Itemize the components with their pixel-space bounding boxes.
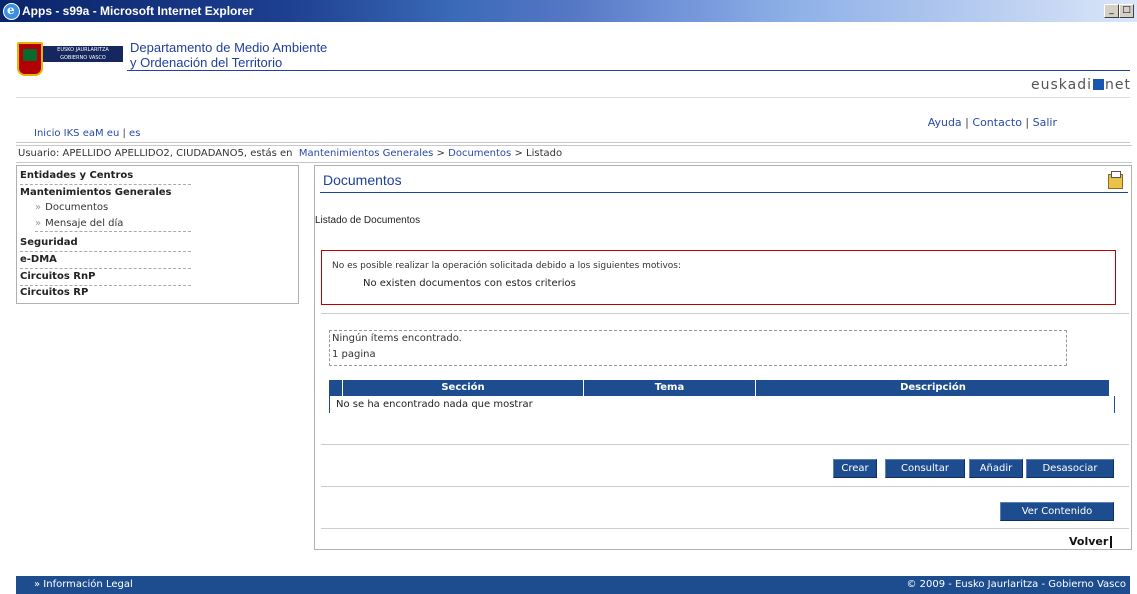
window-title: Apps - s99a - Microsoft Internet Explore…: [22, 4, 254, 18]
sidebar-item-circuitos-rp[interactable]: Circuitos RP: [20, 285, 191, 301]
site-footer: » Información Legal © 2009 - Eusko Jaurl…: [16, 576, 1130, 594]
anadir-button[interactable]: Añadir: [969, 459, 1023, 478]
sidebar-subitem-mensaje[interactable]: » Mensaje del día: [35, 217, 191, 232]
user-breadcrumb-bar: Usuario: APELLIDO APELLIDO2, CIUDADANO5,…: [16, 145, 1132, 163]
divider: [321, 528, 1129, 529]
site-header: EUSKO JAURLARITZA GOBIERNO VASCO Departa…: [0, 22, 1137, 97]
maximize-button[interactable]: □: [1119, 4, 1134, 18]
double-chevron-icon: »: [35, 218, 42, 229]
header-rule: [127, 70, 1130, 71]
window-titlebar: Apps - s99a - Microsoft Internet Explore…: [0, 0, 1137, 22]
sidebar-item-mantenimientos[interactable]: Mantenimientos Generales: [20, 185, 191, 201]
link-eu[interactable]: eu: [107, 128, 120, 139]
page-count: 1 pagina: [332, 349, 376, 360]
gobierno-vasco-logo[interactable]: EUSKO JAURLARITZA GOBIERNO VASCO: [17, 42, 124, 76]
department-name: Departamento de Medio Ambiente y Ordenac…: [130, 40, 327, 70]
top-links: Inicio IKS eaM eu | es: [34, 128, 141, 139]
desasociar-button[interactable]: Desasociar: [1026, 459, 1114, 478]
link-iks-eam[interactable]: IKS eaM: [64, 128, 104, 139]
divider: [321, 486, 1129, 487]
crear-button[interactable]: Crear: [833, 459, 877, 478]
breadcrumb-documentos[interactable]: Documentos: [448, 148, 511, 159]
sidebar-item-entidades[interactable]: Entidades y Centros: [20, 168, 191, 185]
sidebar-subitem-label: Documentos: [45, 202, 109, 213]
breadcrumb-mantenimientos[interactable]: Mantenimientos Generales: [299, 148, 434, 159]
main-content: Documentos Listado de Documentos No es p…: [314, 165, 1132, 550]
euskadi-net-logo[interactable]: euskadi net: [1031, 77, 1131, 93]
link-ayuda[interactable]: Ayuda: [928, 116, 962, 129]
volver-link[interactable]: Volver: [1069, 536, 1113, 548]
column-descripcion[interactable]: Descripción: [755, 380, 1110, 396]
error-box: No es posible realizar la operación soli…: [321, 250, 1116, 305]
top-navigation: Inicio IKS eaM eu | es Ayuda | Contacto …: [16, 97, 1130, 143]
sidebar-subitem-documentos[interactable]: » Documentos: [35, 201, 108, 215]
sidebar-item-seguridad[interactable]: Seguridad: [20, 235, 191, 252]
breadcrumb-separator: >: [514, 148, 523, 159]
department-line-2: y Ordenación del Territorio: [130, 55, 283, 70]
minimize-button[interactable]: _: [1104, 4, 1119, 18]
error-message: No es posible realizar la operación soli…: [332, 261, 682, 271]
column-tema[interactable]: Tema: [583, 380, 755, 396]
portal-name-pre: euskadi: [1031, 77, 1093, 93]
error-reason: No existen documentos con estos criterio…: [363, 278, 576, 289]
breadcrumb-listado: Listado: [526, 148, 563, 159]
sidebar-subitem-label: Mensaje del día: [45, 218, 124, 229]
coat-of-arms-icon: [17, 42, 43, 76]
sidebar-menu: Entidades y Centros Mantenimientos Gener…: [16, 165, 299, 304]
user-info: Usuario: APELLIDO APELLIDO2, CIUDADANO5,…: [18, 148, 293, 159]
copyright-text: © 2009 - Eusko Jaurlaritza - Gobierno Va…: [906, 579, 1126, 590]
link-es[interactable]: es: [129, 128, 140, 139]
select-column-header: [329, 380, 341, 396]
sidebar-item-edma[interactable]: e-DMA: [20, 252, 191, 269]
divider: [321, 444, 1129, 445]
consultar-button[interactable]: Consultar: [885, 459, 965, 478]
ie-icon: [3, 3, 20, 20]
portal-name-post: net: [1105, 77, 1131, 93]
breadcrumb-separator: >: [436, 148, 445, 159]
column-seccion[interactable]: Sección: [342, 380, 583, 396]
department-line-1: Departamento de Medio Ambiente: [130, 40, 328, 55]
ver-contenido-button[interactable]: Ver Contenido: [1000, 502, 1114, 521]
link-inicio[interactable]: Inicio: [34, 128, 60, 139]
empty-table-message: No se ha encontrado nada que mostrar: [329, 396, 1115, 413]
link-contacto[interactable]: Contacto: [972, 116, 1022, 129]
print-icon[interactable]: [1108, 171, 1123, 189]
double-chevron-icon: »: [35, 202, 42, 213]
results-count: Ningún ítems encontrado.: [332, 333, 462, 344]
logo-text: EUSKO JAURLARITZA GOBIERNO VASCO: [43, 46, 123, 62]
sidebar-item-circuitos-rnp[interactable]: Circuitos RnP: [20, 269, 191, 286]
page-title: Documentos: [323, 172, 402, 188]
title-rule: [320, 192, 1128, 193]
link-salir[interactable]: Salir: [1033, 116, 1057, 129]
euskadi-square-icon: [1093, 79, 1105, 90]
divider: [321, 313, 1129, 314]
legal-info-link[interactable]: » Información Legal: [34, 576, 133, 594]
page-subtitle: Listado de Documentos: [315, 215, 421, 226]
utility-links: Ayuda | Contacto | Salir: [927, 116, 1057, 129]
table-header: Sección Tema Descripción: [329, 380, 1109, 396]
results-info: Ningún ítems encontrado. 1 pagina: [329, 330, 1067, 366]
